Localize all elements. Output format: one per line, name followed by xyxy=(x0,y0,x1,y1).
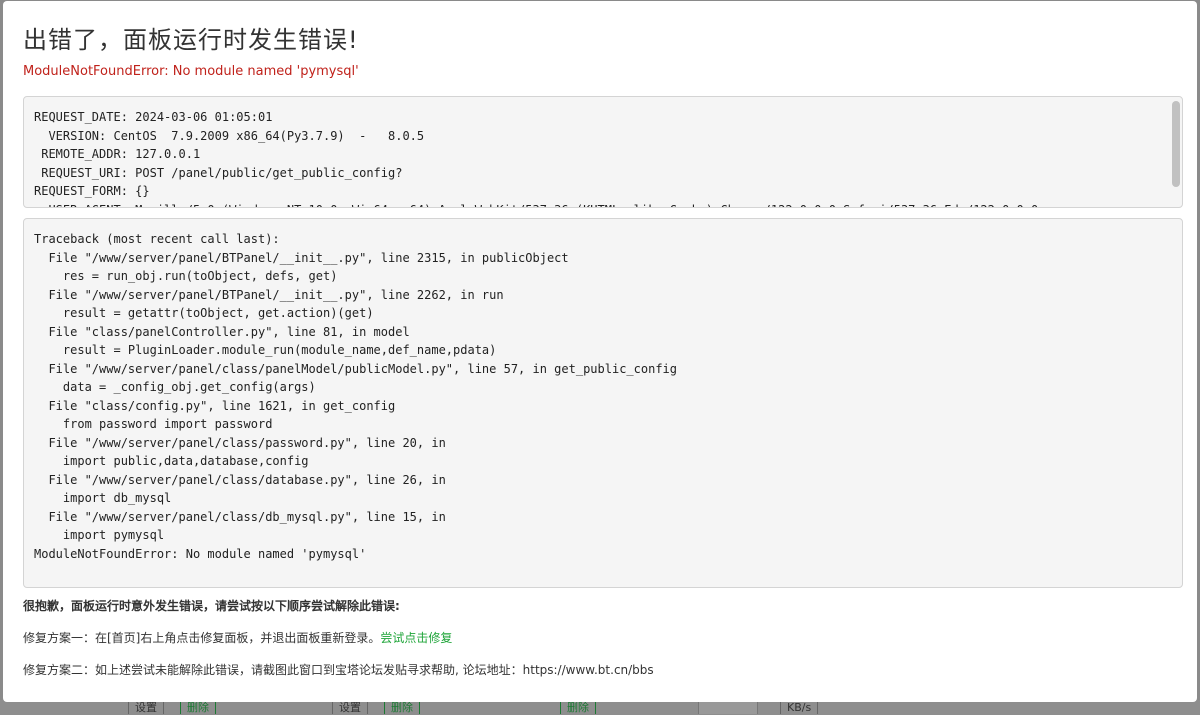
traceback-line: File "/www/server/panel/class/password.p… xyxy=(34,435,446,450)
bg-settings-button: 设置 xyxy=(128,700,164,714)
bg-input-field xyxy=(698,700,758,714)
traceback-line: data = _config_obj.get_config(args) xyxy=(34,380,316,394)
bg-delete-button: 删除 xyxy=(560,700,596,714)
bg-delete-button: 删除 xyxy=(384,700,420,714)
apology-text: 很抱歉，面板运行时意外发生错误，请尝试按以下顺序尝试解除此错误: xyxy=(23,599,400,613)
fix-option-one: 修复方案一：在[首页]右上角点击修复面板，并退出面板重新登录。尝试点击修复 xyxy=(23,629,452,646)
request-info-line: VERSION: CentOS 7.9.2009 x86_64(Py3.7.9)… xyxy=(34,128,425,143)
traceback-line: File "class/panelController.py", line 81… xyxy=(34,324,410,339)
traceback-line: File "/www/server/panel/class/database.p… xyxy=(34,472,446,487)
fix-option-two: 修复方案二：如上述尝试未能解除此错误，请截图此窗口到宝塔论坛发贴寻求帮助, 论坛… xyxy=(23,663,654,677)
scrollbar-thumb[interactable] xyxy=(1172,101,1180,187)
traceback-line: res = run_obj.run(toObject, defs, get) xyxy=(34,269,338,283)
bg-settings-button: 设置 xyxy=(332,700,368,714)
bg-delete-button: 删除 xyxy=(180,700,216,714)
traceback-line: import db_mysql xyxy=(34,491,172,505)
request-info-line: REQUEST_URI: POST /panel/public/get_publ… xyxy=(34,165,403,180)
traceback-box: Traceback (most recent call last): File … xyxy=(23,218,1183,588)
try-repair-link[interactable]: 尝试点击修复 xyxy=(380,631,452,645)
error-message: ModuleNotFoundError: No module named 'py… xyxy=(23,64,359,79)
traceback-line: result = getattr(toObject, get.action)(g… xyxy=(34,306,374,320)
request-info-line: USER_AGENT: Mozilla/5.0 (Windows NT 10.0… xyxy=(34,201,1182,208)
fix-option-one-text: 修复方案一：在[首页]右上角点击修复面板，并退出面板重新登录。 xyxy=(23,631,381,645)
error-dialog: 出错了，面板运行时发生错误! ModuleNotFoundError: No m… xyxy=(3,1,1197,702)
request-info-line: REMOTE_ADDR: 127.0.0.1 xyxy=(34,147,201,161)
traceback-line: result = PluginLoader.module_run(module_… xyxy=(34,343,497,357)
traceback-line: import public,data,database,config xyxy=(34,454,309,468)
traceback-line: File "class/config.py", line 1621, in ge… xyxy=(34,398,396,413)
request-info-box[interactable]: REQUEST_DATE: 2024-03-06 01:05:01 VERSIO… xyxy=(23,96,1183,208)
traceback-text: Traceback (most recent call last): File … xyxy=(34,230,1182,563)
dialog-title: 出错了，面板运行时发生错误! xyxy=(23,26,359,54)
traceback-line: File "/www/server/panel/BTPanel/__init__… xyxy=(34,250,569,265)
traceback-line: File "/www/server/panel/class/panelModel… xyxy=(34,361,677,376)
traceback-line: ModuleNotFoundError: No module named 'py… xyxy=(34,546,367,561)
request-info-line: REQUEST_DATE: 2024-03-06 01:05:01 xyxy=(34,110,273,124)
bg-unit-label: KB/s xyxy=(780,700,819,714)
request-info-text: REQUEST_DATE: 2024-03-06 01:05:01 VERSIO… xyxy=(34,108,1182,208)
traceback-line: File "/www/server/panel/BTPanel/__init__… xyxy=(34,287,504,302)
traceback-line: File "/www/server/panel/class/db_mysql.p… xyxy=(34,509,446,524)
request-info-line: REQUEST_FORM: {} xyxy=(34,184,150,198)
traceback-line: import pymysql xyxy=(34,528,165,542)
traceback-line: Traceback (most recent call last): xyxy=(34,232,280,246)
traceback-line: from password import password xyxy=(34,417,273,431)
